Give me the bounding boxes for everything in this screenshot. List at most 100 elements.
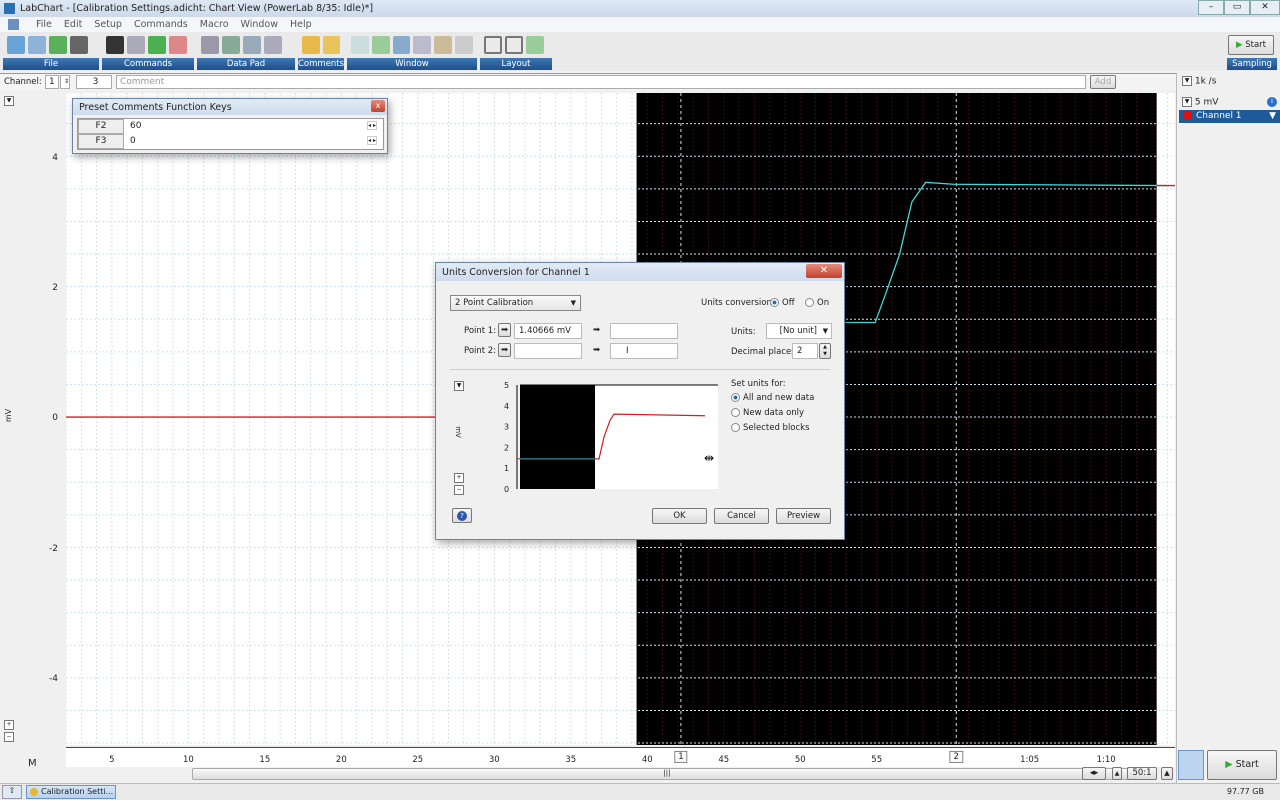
up-arrow-icon[interactable]: ⇧	[2, 785, 22, 799]
point2-input[interactable]	[514, 343, 582, 359]
decimal-places-stepper[interactable]: ▲ ▼	[819, 343, 831, 359]
fit-view-button[interactable]: ◂▸	[1082, 767, 1106, 780]
point1-capture-button[interactable]: ➡	[498, 323, 511, 337]
restore-button[interactable]: ▭	[1224, 0, 1250, 15]
menu-edit[interactable]: Edit	[64, 19, 82, 30]
add-to-data-pad-icon[interactable]	[222, 36, 240, 54]
menu-setup[interactable]: Setup	[94, 19, 122, 30]
close-button[interactable]: ✕	[1250, 0, 1280, 15]
preview-button[interactable]: Preview	[776, 508, 831, 524]
cancel-button[interactable]: Cancel	[714, 508, 769, 524]
ok-button[interactable]: OK	[652, 508, 707, 524]
import-icon[interactable]	[49, 36, 67, 54]
menu-file[interactable]: File	[36, 19, 52, 30]
calibration-mode-select[interactable]: 2 Point Calibration ▼	[450, 295, 581, 311]
layout-new-icon[interactable]	[526, 36, 544, 54]
monitor-icon[interactable]	[1178, 750, 1204, 780]
data-pad-options-icon[interactable]	[264, 36, 282, 54]
sample-rate[interactable]: ▼ 1k /s	[1182, 76, 1216, 87]
time-scrollbar[interactable]: |||	[66, 767, 1175, 781]
add-comment-button[interactable]: Add	[1090, 75, 1116, 89]
decimal-places-input[interactable]: 2	[792, 343, 818, 359]
row-scroll-arrows[interactable]: ◂ ▸	[367, 136, 377, 145]
zoom-in-icon[interactable]: +	[4, 720, 14, 730]
range-control[interactable]: ▼ 5 mV i	[1182, 97, 1277, 108]
minimize-button[interactable]: –	[1198, 0, 1224, 15]
print-icon[interactable]	[70, 36, 88, 54]
notebook-icon[interactable]	[455, 36, 473, 54]
add-comment-icon[interactable]	[322, 36, 340, 54]
compress-button[interactable]: ▲	[1112, 767, 1122, 780]
preview-y-unit: mV	[453, 426, 462, 438]
option-all-new-data[interactable]: All and new data	[731, 393, 814, 403]
point2-output-input[interactable]: I	[610, 343, 678, 359]
spectrum-icon[interactable]	[434, 36, 453, 54]
multi-add-icon[interactable]	[243, 36, 261, 54]
channel-number-field[interactable]: 1	[45, 75, 59, 89]
comment-marker[interactable]: 1	[674, 751, 688, 763]
channel-selector[interactable]: Channel 1 ▼	[1179, 110, 1280, 123]
menu-commands[interactable]: Commands	[134, 19, 188, 30]
find-icon[interactable]	[106, 36, 124, 54]
comment-input[interactable]: Comment	[116, 75, 1086, 89]
start-button[interactable]: ▶ Start	[1207, 750, 1277, 780]
toolbar-group-label: Sampling	[1227, 58, 1277, 70]
layout-tile-icon[interactable]	[505, 36, 523, 54]
row-scroll-arrows[interactable]: ◂ ▸	[367, 121, 377, 130]
point1-input[interactable]: 1.40666 mV	[514, 323, 582, 339]
toolbar-start-button[interactable]: ▶ Start	[1228, 35, 1274, 55]
layout-grid-icon[interactable]	[484, 36, 502, 54]
zoom-out-icon[interactable]: −	[454, 485, 464, 495]
info-icon[interactable]: i	[1267, 97, 1277, 107]
zoom-ratio[interactable]: 50:1	[1127, 767, 1157, 780]
point1-output-input[interactable]	[610, 323, 678, 339]
data-pad-icon[interactable]	[201, 36, 219, 54]
scope-icon[interactable]	[371, 36, 390, 54]
preview-scale-menu-icon[interactable]: ▼	[454, 381, 464, 391]
close-icon[interactable]: ✕	[806, 264, 842, 278]
new-file-icon[interactable]	[7, 36, 25, 54]
toolbar-group-label: Data Pad	[197, 58, 295, 70]
macro-icon[interactable]	[127, 36, 145, 54]
help-icon: ?	[457, 511, 467, 521]
task-button[interactable]: Calibration Setti...	[26, 785, 116, 799]
x-tick-label: 25	[412, 755, 424, 765]
menu-window[interactable]: Window	[241, 19, 278, 30]
play-icon: ▶	[1225, 759, 1233, 770]
chart-view-icon[interactable]	[351, 36, 369, 54]
channel-stepper[interactable]: ⇕	[60, 75, 70, 89]
menu-help[interactable]: Help	[290, 19, 312, 30]
open-file-icon[interactable]	[28, 36, 46, 54]
expand-button[interactable]: ▲	[1161, 767, 1173, 780]
preview-chart[interactable]: 5 4 3 2 1 0 ⇹	[492, 381, 722, 493]
help-button[interactable]: ?	[452, 508, 472, 523]
scale-menu-icon[interactable]: ▼	[4, 96, 14, 106]
marker-icon[interactable]	[148, 36, 166, 54]
preset-comment-value[interactable]: 60	[130, 121, 141, 131]
x-tick-label: 35	[565, 755, 577, 765]
zoom-view-icon[interactable]	[392, 36, 411, 54]
scrollbar-thumb[interactable]: |||	[192, 768, 1142, 780]
comment-marker[interactable]: 2	[949, 751, 963, 763]
decimal-places-label: Decimal places:	[731, 347, 799, 357]
delete-marker-icon[interactable]	[169, 36, 187, 54]
comments-icon[interactable]	[302, 36, 320, 54]
point2-capture-button[interactable]: ➡	[498, 343, 511, 357]
preset-comment-value[interactable]: 0	[130, 136, 136, 146]
xy-view-icon[interactable]	[413, 36, 432, 54]
on-radio[interactable]: On	[805, 298, 829, 308]
channel-name: Channel 1	[1196, 111, 1242, 121]
option-selected-blocks[interactable]: Selected blocks	[731, 423, 810, 433]
doc-icon	[8, 19, 19, 30]
units-select[interactable]: [No unit] ▼	[766, 323, 832, 339]
radio-icon	[731, 423, 740, 432]
marker-icon[interactable]: M	[28, 758, 37, 769]
off-radio[interactable]: Off	[770, 298, 795, 308]
close-icon[interactable]: x	[371, 100, 385, 112]
zoom-in-icon[interactable]: +	[454, 473, 464, 483]
comment-number-field[interactable]: 3	[76, 75, 112, 89]
option-new-data-only[interactable]: New data only	[731, 408, 804, 418]
menu-macro[interactable]: Macro	[200, 19, 229, 30]
preview-y-tick: 2	[504, 443, 509, 452]
zoom-out-icon[interactable]: −	[4, 732, 14, 742]
